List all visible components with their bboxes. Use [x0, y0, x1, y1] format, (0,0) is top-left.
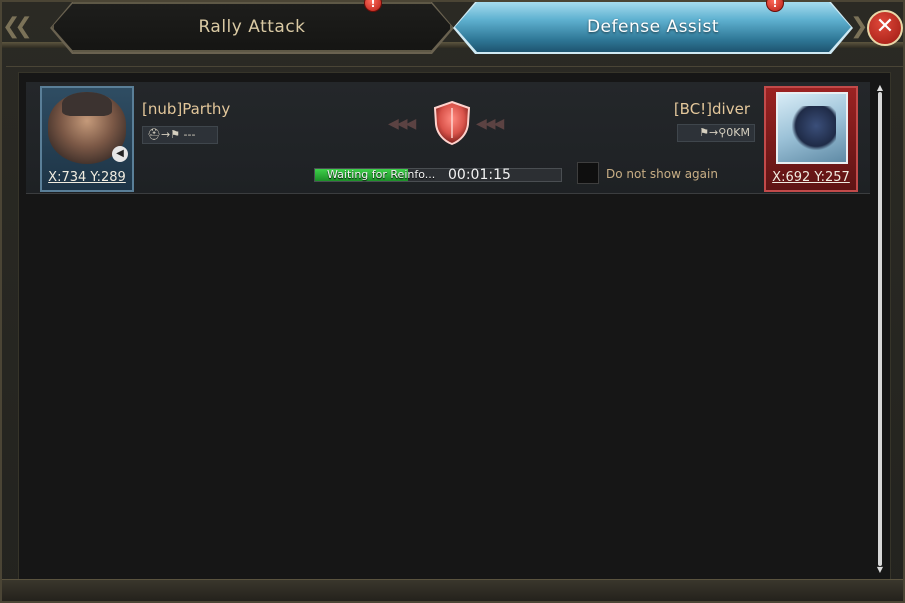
reinforcement-progress-bar: Waiting for Reinfo...	[314, 168, 562, 182]
tab-defense-assist[interactable]: Defense Assist	[455, 2, 851, 52]
do-not-show-again-label: Do not show again	[606, 167, 718, 181]
target-portrait-frame	[776, 92, 848, 164]
scrollbar[interactable]: ▲ ▼	[876, 84, 884, 574]
sender-avatar[interactable]: ◀ X:734 Y:289	[40, 86, 134, 192]
close-button[interactable]: ✕	[867, 10, 903, 46]
do-not-show-again-checkbox[interactable]	[577, 162, 599, 184]
tab-rally-attack[interactable]: Rally Attack	[52, 2, 452, 52]
sender-portrait-hair	[62, 92, 112, 116]
chevrons-right-icon: ◀◀◀	[476, 116, 504, 132]
sender-name: [nub]Parthy	[142, 100, 231, 118]
progress-status-label: Waiting for Reinfo...	[327, 168, 436, 181]
shield-icon	[433, 100, 471, 146]
defense-indicator: ◀◀◀ ◀◀◀	[388, 100, 516, 150]
speaker-icon: ◀	[112, 146, 128, 162]
target-route-info: ⚑→⚲0KM	[677, 124, 755, 142]
scroll-down-icon[interactable]: ▼	[876, 566, 884, 574]
list-item: ◀ X:734 Y:289 [nub]Parthy ⛑→⚑ --- ◀◀◀ ◀◀…	[26, 82, 870, 194]
sender-route-info: ⛑→⚑ ---	[142, 126, 218, 144]
dialog-frame: ❮❮ ❯ Rally Attack ! Defense Assist ! ✕ ◀…	[0, 0, 905, 603]
scroll-track[interactable]	[878, 92, 882, 566]
scroll-up-icon[interactable]: ▲	[876, 84, 884, 92]
tab-defense-assist-label: Defense Assist	[586, 17, 720, 37]
target-avatar[interactable]: X:692 Y:257	[764, 86, 858, 192]
target-coords-link[interactable]: X:692 Y:257	[766, 170, 856, 185]
target-name: [BC!]diver	[673, 100, 750, 118]
chevrons-left-icon: ◀◀◀	[388, 116, 416, 132]
tab-rally-attack-label: Rally Attack	[198, 17, 306, 37]
decorative-chevrons-left-icon: ❮❮	[2, 14, 33, 39]
footer-bar	[2, 579, 903, 601]
target-beast-icon	[792, 106, 836, 150]
countdown-timer: 00:01:15	[448, 167, 511, 183]
panel-top-divider	[6, 66, 903, 67]
sender-coords-link[interactable]: X:734 Y:289	[42, 170, 132, 185]
close-icon: ✕	[875, 14, 895, 39]
